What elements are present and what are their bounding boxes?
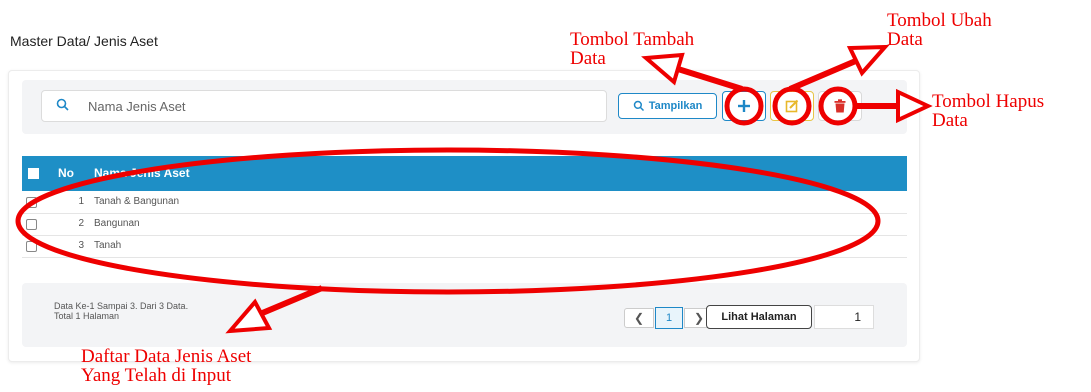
row-checkbox[interactable] [26, 241, 37, 252]
table-row: 3 Tanah [22, 236, 907, 258]
pagination-info-range: Data Ke-1 Sampai 3. Dari 3 Data. [54, 301, 189, 311]
annotation-tambah: Tombol Tambah Data [570, 30, 694, 68]
annotation-tambah-line2: Data [570, 48, 606, 69]
row-no: 3 [78, 240, 84, 251]
annotation-hapus-line1: Tombol Hapus [932, 91, 1045, 112]
edit-icon [785, 99, 799, 113]
add-button[interactable] [722, 91, 766, 121]
select-all-checkbox[interactable] [28, 168, 39, 179]
annotation-tambah-line1: Tombol Tambah [570, 29, 695, 50]
tampilkan-label: Tampilkan [648, 100, 703, 112]
current-page-button[interactable]: 1 [655, 307, 683, 329]
page-title: Master Data/ Jenis Aset [10, 33, 158, 49]
annotation-daftar-line1: Daftar Data Jenis Aset [81, 346, 252, 367]
annotation-ubah-line2: Data [887, 29, 923, 50]
table-header: No Nama Jenis Aset [22, 156, 907, 191]
annotation-daftar-line2: Yang Telah di Input [81, 365, 231, 386]
chevron-right-icon: ❯ [693, 311, 705, 325]
page-number-input[interactable]: 1 [814, 305, 874, 329]
row-no: 1 [78, 196, 84, 207]
search-input[interactable] [88, 92, 588, 120]
search-icon [633, 100, 644, 112]
lihat-halaman-button[interactable]: Lihat Halaman [706, 305, 812, 329]
pagination-info-total: Total 1 Halaman [54, 311, 120, 321]
edit-button[interactable] [770, 91, 814, 121]
plus-icon [738, 100, 750, 112]
annotation-hapus-line2: Data [932, 110, 968, 131]
table-row: 2 Bangunan [22, 214, 907, 236]
row-name: Tanah & Bangunan [94, 196, 180, 207]
column-header-name: Nama Jenis Aset [94, 166, 190, 180]
row-checkbox[interactable] [26, 197, 37, 208]
chevron-left-icon: ❮ [633, 311, 645, 325]
delete-button[interactable] [818, 91, 862, 121]
annotation-ubah-line1: Tombol Ubah [887, 10, 992, 31]
trash-icon [834, 99, 846, 113]
row-name: Bangunan [94, 218, 140, 229]
prev-page-button[interactable]: ❮ [624, 308, 654, 328]
annotation-hapus: Tombol Hapus Data [932, 92, 1044, 130]
search-icon [55, 97, 71, 113]
row-name: Tanah [94, 240, 122, 251]
annotation-daftar: Daftar Data Jenis Aset Yang Telah di Inp… [81, 347, 251, 385]
column-header-no: No [58, 166, 74, 180]
row-no: 2 [78, 218, 84, 229]
table-row: 1 Tanah & Bangunan [22, 192, 907, 214]
row-checkbox[interactable] [26, 219, 37, 230]
annotation-ubah: Tombol Ubah Data [887, 11, 992, 49]
pagination-info: Data Ke-1 Sampai 3. Dari 3 Data. Total 1… [54, 301, 188, 321]
tampilkan-button[interactable]: Tampilkan [618, 93, 717, 119]
